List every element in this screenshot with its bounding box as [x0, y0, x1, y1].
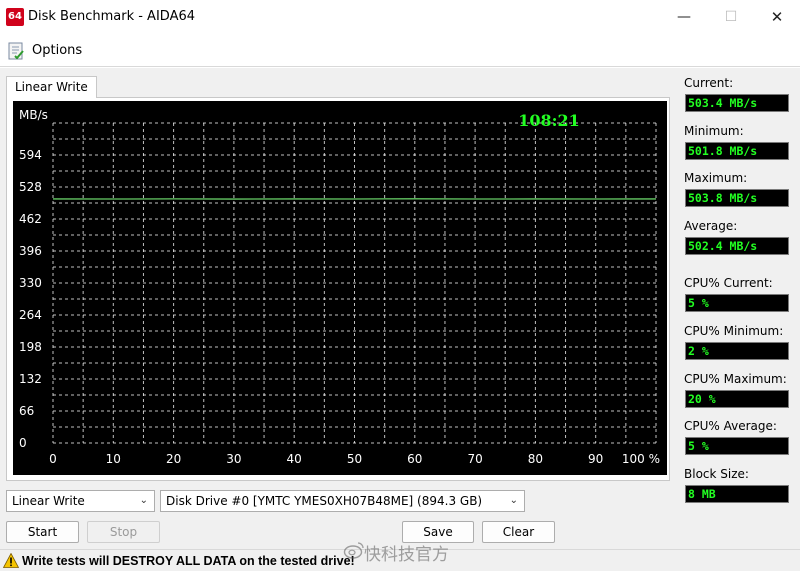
minimum-label: Minimum:	[684, 124, 744, 138]
y-tick-label: 594	[19, 148, 42, 162]
cpu-minimum-label: CPU% Minimum:	[684, 324, 784, 338]
y-tick-label: 462	[19, 212, 42, 226]
close-button[interactable]: ✕	[755, 3, 799, 31]
y-tick-label: 66	[19, 404, 34, 418]
clear-button[interactable]: Clear	[482, 521, 555, 543]
y-tick-label: 396	[19, 244, 42, 258]
x-tick-label: 40	[287, 452, 302, 466]
window-title: Disk Benchmark - AIDA64	[28, 9, 196, 24]
x-tick-label: 70	[467, 452, 482, 466]
minimum-value: 501.8 MB/s	[685, 142, 789, 160]
y-axis-label: MB/s	[19, 108, 48, 122]
x-tick-label: 10	[106, 452, 121, 466]
tab-linear-write[interactable]: Linear Write	[6, 76, 97, 98]
elapsed-timer: 108:21	[518, 111, 580, 130]
chevron-down-icon: ⌄	[139, 495, 148, 506]
options-menu[interactable]: Options	[32, 43, 82, 58]
average-label: Average:	[684, 219, 738, 233]
y-tick-label: 264	[19, 308, 42, 322]
benchmark-chart: 594 528 462 396 330 264 198 132 66 0 MB/s 0 10 20 30 40…	[13, 101, 667, 475]
block-size-value: 8 MB	[685, 485, 789, 503]
y-tick-label: 198	[19, 340, 42, 354]
x-tick-label: 60	[407, 452, 422, 466]
y-tick-label: 330	[19, 276, 42, 290]
cpu-minimum-value: 2 %	[685, 342, 789, 360]
cpu-average-value: 5 %	[685, 437, 789, 455]
maximize-button[interactable]: ☐	[709, 3, 753, 31]
watermark-text: 快科技官方	[364, 545, 449, 565]
block-size-label: Block Size:	[684, 467, 749, 481]
start-button[interactable]: Start	[6, 521, 79, 543]
drive-select-value: Disk Drive #0 [YMTC YMES0XH07B48ME] (894…	[166, 494, 483, 508]
x-tick-label: 50	[347, 452, 362, 466]
minimize-button[interactable]: —	[662, 3, 706, 31]
chevron-down-icon: ⌄	[509, 495, 518, 506]
menu-bar: Options	[0, 34, 800, 67]
current-label: Current:	[684, 76, 734, 90]
maximum-label: Maximum:	[684, 171, 748, 185]
y-tick-label: 0	[19, 436, 27, 450]
cpu-current-value: 5 %	[685, 294, 789, 312]
cpu-maximum-label: CPU% Maximum:	[684, 372, 787, 386]
x-tick-label: 30	[226, 452, 241, 466]
test-type-select[interactable]: Linear Write ⌄	[6, 490, 155, 512]
y-tick-label: 132	[19, 372, 42, 386]
aida64-app-icon: 64	[6, 8, 24, 26]
cpu-maximum-value: 20 %	[685, 390, 789, 408]
average-value: 502.4 MB/s	[685, 237, 789, 255]
weibo-logo-icon	[343, 542, 364, 559]
maximum-value: 503.8 MB/s	[685, 189, 789, 207]
cpu-current-label: CPU% Current:	[684, 276, 773, 290]
y-tick-label: 528	[19, 180, 42, 194]
x-tick-label: 100 %	[622, 452, 660, 466]
stop-button[interactable]: Stop	[87, 521, 160, 543]
drive-select[interactable]: Disk Drive #0 [YMTC YMES0XH07B48ME] (894…	[160, 490, 525, 512]
destroy-data-warning: Write tests will DESTROY ALL DATA on the…	[22, 554, 355, 568]
x-tick-label: 20	[166, 452, 181, 466]
options-checklist-icon[interactable]	[6, 41, 26, 61]
warning-icon	[3, 553, 19, 568]
x-tick-label: 0	[49, 452, 57, 466]
chart-svg: 594 528 462 396 330 264 198 132 66 0 MB/s 0 10 20 30 40…	[19, 108, 660, 466]
x-tick-label: 80	[528, 452, 543, 466]
title-bar: 64 Disk Benchmark - AIDA64 — ☐ ✕	[0, 0, 800, 34]
cpu-average-label: CPU% Average:	[684, 419, 777, 433]
test-type-select-value: Linear Write	[12, 494, 85, 508]
current-value: 503.4 MB/s	[685, 94, 789, 112]
x-tick-label: 90	[588, 452, 603, 466]
